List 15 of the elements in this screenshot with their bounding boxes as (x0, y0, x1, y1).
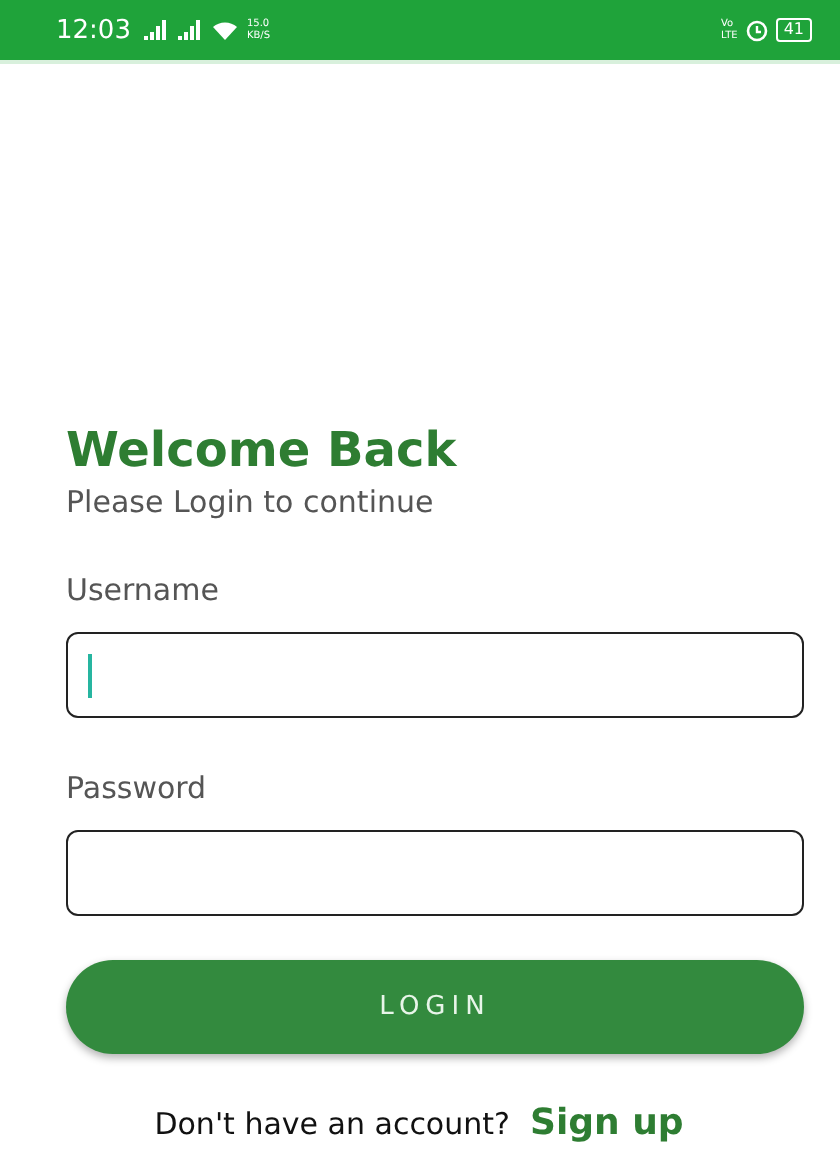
input-field[interactable] (66, 632, 804, 718)
input-field[interactable] (66, 830, 804, 916)
welcome-title: Welcome Back (66, 420, 459, 480)
battery-indicator: 41 (775, 18, 812, 42)
signal-icon (144, 20, 171, 40)
status-time: 12:03 (56, 15, 131, 45)
login-button[interactable]: LOGIN (66, 960, 804, 1054)
signup-prompt: Don't have an account? (154, 1106, 510, 1142)
field-label: Username (66, 572, 221, 608)
alarm-icon (745, 19, 768, 41)
subtitle: Please Login to continue (66, 484, 436, 520)
field-label: Password (66, 770, 209, 806)
wifi-icon (212, 20, 239, 40)
signal-icon (178, 20, 205, 40)
signup-link[interactable]: Sign up (529, 1102, 684, 1144)
